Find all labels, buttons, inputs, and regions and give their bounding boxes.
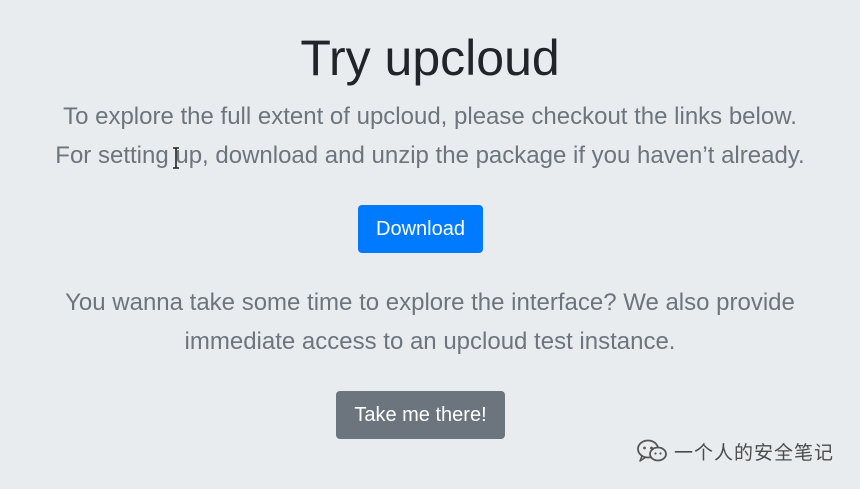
jumbotron: Try upcloud To explore the full extent o… [0, 0, 860, 489]
intro-line-2: For setting up, download and unzip the p… [55, 142, 805, 169]
explore-line-1: You wanna take some time to explore the … [65, 289, 795, 316]
download-button[interactable]: Download [358, 205, 483, 253]
text-cursor-icon [173, 147, 179, 169]
intro-line-1: To explore the full extent of upcloud, p… [63, 103, 797, 130]
page-title: Try upcloud [300, 30, 560, 86]
explore-line-2: immediate access to an upcloud test inst… [184, 328, 676, 355]
wechat-icon [637, 439, 667, 462]
intro-paragraph: To explore the full extent of upcloud, p… [0, 97, 860, 175]
watermark-text: 一个人的安全笔记 [673, 441, 834, 464]
watermark: 一个人的安全笔记 [636, 437, 834, 465]
explore-paragraph: You wanna take some time to explore the … [0, 283, 860, 361]
take-me-there-button[interactable]: Take me there! [336, 391, 505, 439]
